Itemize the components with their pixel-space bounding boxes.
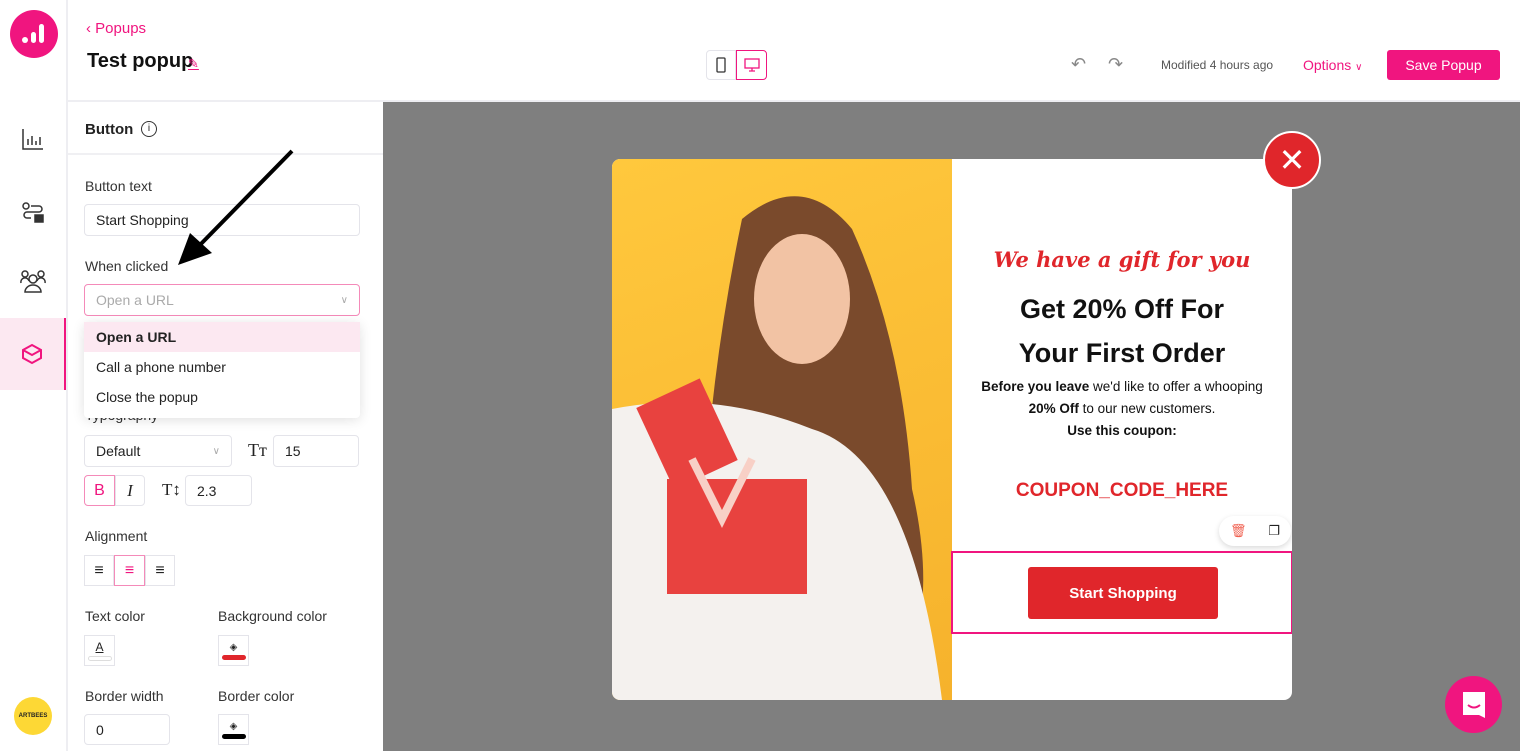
background-color-swatch — [221, 654, 246, 660]
chat-icon — [1462, 691, 1485, 718]
start-shopping-button[interactable]: Start Shopping — [1028, 567, 1218, 619]
element-toolbar: 🗑 ❐ — [1219, 516, 1291, 546]
font-select[interactable]: Default ∨ — [84, 435, 232, 467]
popup-preview: We have a gift for you Get 20% Off For Y… — [612, 159, 1292, 700]
text-color-picker[interactable]: A — [84, 635, 115, 666]
align-left-icon: ≡ — [94, 561, 104, 579]
line-height-input[interactable]: 2.3 — [185, 475, 252, 506]
headline-line-1: Get 20% Off For — [1019, 294, 1225, 324]
woman-with-gift-image — [612, 196, 942, 700]
button-text-label: Button text — [85, 178, 152, 194]
chevron-down-icon: ∨ — [340, 294, 348, 306]
popup-headline: Get 20% Off For Your First Order — [952, 287, 1292, 375]
body-text-3: Use this coupon: — [1067, 423, 1177, 438]
annotation-arrow — [178, 149, 294, 265]
border-color-label: Border color — [218, 688, 295, 704]
bar-chart-icon — [22, 129, 43, 150]
left-rail: ARTBEES — [0, 0, 68, 751]
text-color-swatch — [87, 656, 112, 661]
info-icon[interactable]: i — [141, 121, 157, 137]
border-width-input[interactable]: 0 — [84, 714, 170, 745]
paint-bucket-icon: ◈ — [229, 720, 238, 732]
border-color-picker[interactable]: ◈ — [218, 714, 249, 745]
back-label: Popups — [95, 20, 147, 37]
line-height-icon: T↕ — [162, 480, 181, 499]
border-width-label: Border width — [85, 688, 164, 704]
font-value: Default — [96, 443, 141, 459]
selected-button-block[interactable]: Start Shopping — [951, 551, 1292, 634]
chevron-down-icon: ∨ — [212, 445, 220, 457]
when-clicked-label: When clicked — [85, 258, 169, 274]
options-dropdown[interactable]: Options ∨ — [1303, 57, 1362, 73]
close-icon: ✕ — [1278, 142, 1306, 178]
users-icon — [20, 270, 46, 293]
when-clicked-menu: Open a URL Call a phone number Close the… — [84, 322, 360, 418]
headline-line-2: Your First Order — [1018, 338, 1226, 368]
app-logo[interactable] — [10, 10, 58, 58]
popup-image — [612, 159, 952, 700]
body-bold-2: 20% Off — [1028, 401, 1079, 416]
desktop-view-button[interactable] — [736, 50, 767, 80]
edit-title-icon[interactable]: ✎ — [188, 56, 199, 72]
body-text-2: to our new customers. — [1078, 401, 1216, 416]
menu-item-open-url[interactable]: Open a URL — [84, 322, 360, 352]
box-icon — [22, 343, 42, 365]
align-right-icon: ≡ — [155, 561, 165, 579]
header: ‹ Popups Test popup ✎ ↶ ↷ Modified 4 hou… — [68, 0, 1520, 102]
alignment-label: Alignment — [85, 528, 148, 544]
paint-bucket-icon: ◈ — [229, 641, 238, 653]
background-color-picker[interactable]: ◈ — [218, 635, 249, 666]
menu-item-close-popup[interactable]: Close the popup — [84, 382, 360, 412]
border-color-swatch — [221, 733, 246, 739]
undo-button[interactable]: ↶ — [1071, 54, 1086, 75]
when-clicked-select[interactable]: Open a URL ∨ — [84, 284, 360, 316]
mobile-icon — [716, 57, 726, 73]
text-color-glyph: A — [95, 640, 104, 654]
popup-body: Before you leave we'd like to offer a wh… — [952, 376, 1292, 442]
rail-item-popups[interactable] — [0, 318, 66, 390]
workflow-icon — [22, 202, 44, 223]
avatar-text: ARTBEES — [18, 713, 48, 719]
italic-button[interactable]: I — [115, 475, 145, 506]
chevron-down-icon: ∨ — [1355, 62, 1363, 73]
background-color-label: Background color — [218, 608, 327, 624]
back-link[interactable]: ‹ Popups — [86, 20, 146, 37]
popup-close-button[interactable]: ✕ — [1263, 131, 1321, 189]
section-title: Button — [85, 121, 134, 138]
page-title: Test popup — [87, 50, 194, 72]
text-color-label: Text color — [85, 608, 145, 624]
bold-button[interactable]: B — [84, 475, 115, 506]
rail-item-audience[interactable] — [0, 246, 66, 316]
menu-item-call-phone[interactable]: Call a phone number — [84, 352, 360, 382]
modified-status: Modified 4 hours ago — [1161, 58, 1274, 72]
rail-item-analytics[interactable] — [0, 104, 66, 174]
rail-item-workflow[interactable] — [0, 178, 66, 248]
coupon-code: COUPON_CODE_HERE — [1015, 480, 1229, 501]
align-center-icon: ≡ — [124, 561, 135, 579]
duplicate-icon[interactable]: ❐ — [1268, 523, 1280, 539]
artbees-avatar[interactable]: ARTBEES — [14, 697, 52, 735]
align-right-button[interactable]: ≡ — [145, 555, 175, 586]
popup-tagline: We have a gift for you — [993, 247, 1251, 272]
body-text-1: we'd like to offer a whooping — [1089, 379, 1263, 394]
when-clicked-value: Open a URL — [96, 292, 174, 308]
desktop-icon — [743, 58, 760, 72]
save-popup-button[interactable]: Save Popup — [1387, 50, 1500, 80]
chat-support-button[interactable] — [1445, 676, 1502, 733]
font-size-input[interactable]: 15 — [273, 435, 359, 467]
align-center-button[interactable]: ≡ — [114, 555, 145, 586]
align-left-button[interactable]: ≡ — [84, 555, 114, 586]
font-size-icon: Tт — [248, 440, 267, 460]
options-label: Options — [1303, 57, 1352, 73]
mobile-view-button[interactable] — [706, 50, 736, 80]
trash-icon[interactable]: 🗑 — [1230, 523, 1247, 539]
body-bold-1: Before you leave — [981, 379, 1090, 394]
redo-button[interactable]: ↷ — [1108, 54, 1123, 75]
